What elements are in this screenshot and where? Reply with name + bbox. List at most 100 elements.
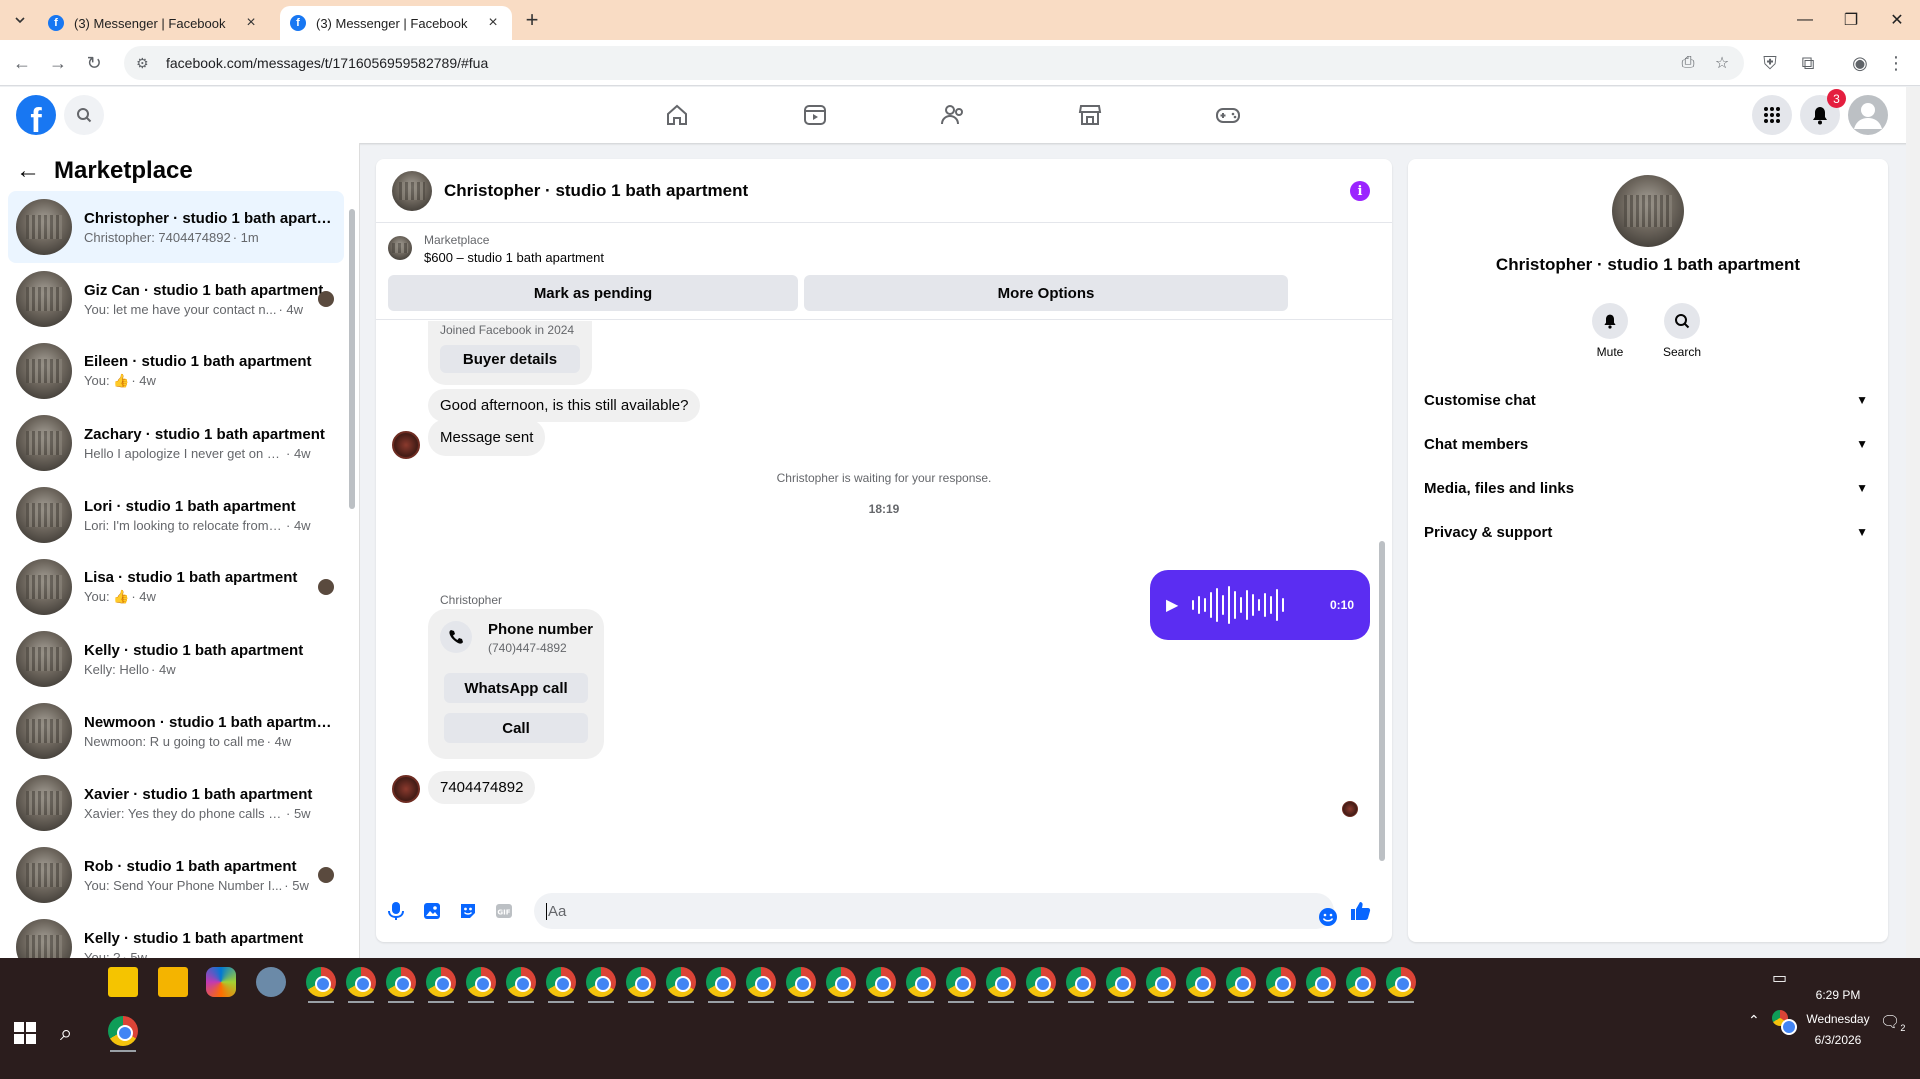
whatsapp-call-button[interactable]: WhatsApp call: [444, 673, 588, 703]
message-input[interactable]: Aa: [534, 893, 1334, 929]
voice-clip-button[interactable]: [384, 899, 408, 923]
chat-members-section[interactable]: Chat members ▼: [1424, 422, 1872, 466]
chrome-window-taskbar-icon[interactable]: [1226, 967, 1256, 1003]
taskbar-clock-time[interactable]: 6:29 PM: [1796, 988, 1880, 1002]
close-window-button[interactable]: ✕: [1874, 0, 1920, 40]
back-arrow-icon[interactable]: ←: [16, 157, 40, 185]
chrome-window-taskbar-icon[interactable]: [466, 967, 496, 1003]
like-send-button[interactable]: [1348, 899, 1372, 923]
chrome-window-taskbar-icon[interactable]: [1146, 967, 1176, 1003]
conversation-item[interactable]: Xavier · studio 1 bath apartment Xavier: …: [8, 767, 344, 839]
conversation-item[interactable]: Lisa · studio 1 bath apartment You: 👍 · 4w: [8, 551, 344, 623]
chrome-window-taskbar-icon[interactable]: [1066, 967, 1096, 1003]
conversation-item[interactable]: Giz Can · studio 1 bath apartment You: le…: [8, 263, 344, 335]
voice-message[interactable]: ▶ 0:10: [1150, 570, 1370, 640]
chrome-window-taskbar-icon[interactable]: [946, 967, 976, 1003]
browser-tab-1[interactable]: f (3) Messenger | Facebook ×: [38, 6, 270, 40]
app-icon[interactable]: [256, 967, 286, 997]
chrome-window-taskbar-icon[interactable]: [1306, 967, 1336, 1003]
notification-center-icon[interactable]: 🗨2: [1880, 1012, 1905, 1033]
back-button[interactable]: ←: [8, 49, 36, 77]
chrome-window-taskbar-icon[interactable]: [1026, 967, 1056, 1003]
emoji-button[interactable]: [1316, 905, 1340, 929]
conversation-item[interactable]: Rob · studio 1 bath apartment You: Send Y…: [8, 839, 344, 911]
notifications-button[interactable]: 3: [1800, 89, 1846, 135]
attach-photo-button[interactable]: [420, 899, 444, 923]
sticky-notes-icon[interactable]: [108, 967, 138, 997]
mark-as-pending-button[interactable]: Mark as pending: [388, 275, 798, 311]
conversation-item[interactable]: Eileen · studio 1 bath apartment You: 👍 · …: [8, 335, 344, 407]
restore-button[interactable]: ❐: [1828, 0, 1874, 40]
conversation-item[interactable]: Kelly · studio 1 bath apartment You: ? · 5…: [8, 911, 344, 958]
close-tab-icon[interactable]: ×: [484, 14, 502, 32]
list-scrollbar[interactable]: [348, 199, 356, 959]
more-options-button[interactable]: More Options: [804, 275, 1288, 311]
facebook-logo-icon[interactable]: f: [16, 95, 56, 135]
new-tab-button[interactable]: +: [520, 7, 544, 32]
chrome-window-taskbar-icon[interactable]: [306, 967, 336, 1003]
conversation-item[interactable]: Kelly · studio 1 bath apartment Kelly: He…: [8, 623, 344, 695]
reload-button[interactable]: ↻: [80, 49, 108, 77]
chrome-window-taskbar-icon[interactable]: [1346, 967, 1376, 1003]
chrome-window-taskbar-icon[interactable]: [586, 967, 616, 1003]
listing-thumbnail[interactable]: [388, 236, 412, 260]
browser-tab-2[interactable]: f (3) Messenger | Facebook ×: [280, 6, 512, 40]
customise-chat-section[interactable]: Customise chat ▼: [1424, 378, 1872, 422]
gif-button[interactable]: GIF: [492, 899, 516, 923]
chrome-window-taskbar-icon[interactable]: [1186, 967, 1216, 1003]
chrome-tray-icon[interactable]: [1772, 1010, 1797, 1035]
taskbar-search-icon[interactable]: ⌕: [60, 1020, 72, 1046]
chat-scrollbar[interactable]: [1376, 321, 1388, 879]
file-explorer-icon[interactable]: [158, 967, 188, 997]
install-app-icon[interactable]: ⎙: [1674, 46, 1702, 80]
friends-nav-button[interactable]: [933, 95, 973, 135]
chrome-window-taskbar-icon[interactable]: [906, 967, 936, 1003]
bookmark-star-icon[interactable]: ☆: [1708, 46, 1736, 80]
close-tab-icon[interactable]: ×: [242, 14, 260, 32]
conversation-item[interactable]: Christopher · studio 1 bath apartment Chr…: [8, 191, 344, 263]
chrome-window-taskbar-icon[interactable]: [866, 967, 896, 1003]
profile-avatar[interactable]: [1612, 175, 1684, 247]
chrome-window-taskbar-icon[interactable]: [506, 967, 536, 1003]
buyer-details-button[interactable]: Buyer details: [440, 345, 580, 373]
chrome-window-taskbar-icon[interactable]: [426, 967, 456, 1003]
chrome-window-taskbar-icon[interactable]: [626, 967, 656, 1003]
display-icon[interactable]: ▭: [1772, 968, 1787, 988]
play-icon[interactable]: ▶: [1166, 595, 1178, 615]
chrome-window-taskbar-icon[interactable]: [1266, 967, 1296, 1003]
home-nav-button[interactable]: [657, 95, 697, 135]
facebook-search-button[interactable]: [64, 95, 104, 135]
chrome-window-taskbar-icon[interactable]: [386, 967, 416, 1003]
chrome-window-taskbar-icon[interactable]: [346, 967, 376, 1003]
chrome-window-taskbar-icon[interactable]: [826, 967, 856, 1003]
conversation-item[interactable]: Zachary · studio 1 bath apartment Hello I…: [8, 407, 344, 479]
taskbar-clock-date[interactable]: 6/3/2026: [1796, 1033, 1880, 1047]
video-nav-button[interactable]: [795, 95, 835, 135]
start-button[interactable]: [14, 1022, 36, 1044]
extension-shield-icon[interactable]: ⛨: [1756, 49, 1784, 77]
minimize-button[interactable]: —: [1782, 0, 1828, 40]
chrome-taskbar-icon[interactable]: [108, 1016, 138, 1052]
chat-avatar[interactable]: [392, 170, 432, 211]
taskbar-clock-day[interactable]: Wednesday: [1796, 1012, 1880, 1026]
mute-action[interactable]: Mute: [1580, 303, 1640, 359]
media-files-links-section[interactable]: Media, files and links ▼: [1424, 466, 1872, 510]
site-info-icon[interactable]: ⚙: [136, 55, 156, 72]
gaming-nav-button[interactable]: [1208, 95, 1248, 135]
extensions-puzzle-icon[interactable]: ⧉: [1794, 49, 1822, 77]
chrome-window-taskbar-icon[interactable]: [706, 967, 736, 1003]
menu-button[interactable]: [1752, 95, 1792, 135]
chrome-window-taskbar-icon[interactable]: [746, 967, 776, 1003]
conversation-item[interactable]: Newmoon · studio 1 bath apartment Newmoon…: [8, 695, 344, 767]
marketplace-nav-button[interactable]: [1070, 95, 1110, 135]
chat-title[interactable]: Christopher · studio 1 bath apartment: [444, 181, 748, 201]
page-scrollbar[interactable]: [1906, 87, 1920, 958]
forward-button[interactable]: →: [44, 49, 72, 77]
browser-menu-icon[interactable]: ⋮: [1882, 49, 1910, 77]
sender-avatar[interactable]: [392, 775, 420, 803]
listing-title[interactable]: $600 – studio 1 bath apartment: [424, 250, 604, 265]
chrome-window-taskbar-icon[interactable]: [666, 967, 696, 1003]
sender-avatar[interactable]: [392, 431, 420, 459]
chrome-window-taskbar-icon[interactable]: [546, 967, 576, 1003]
chrome-window-taskbar-icon[interactable]: [986, 967, 1016, 1003]
